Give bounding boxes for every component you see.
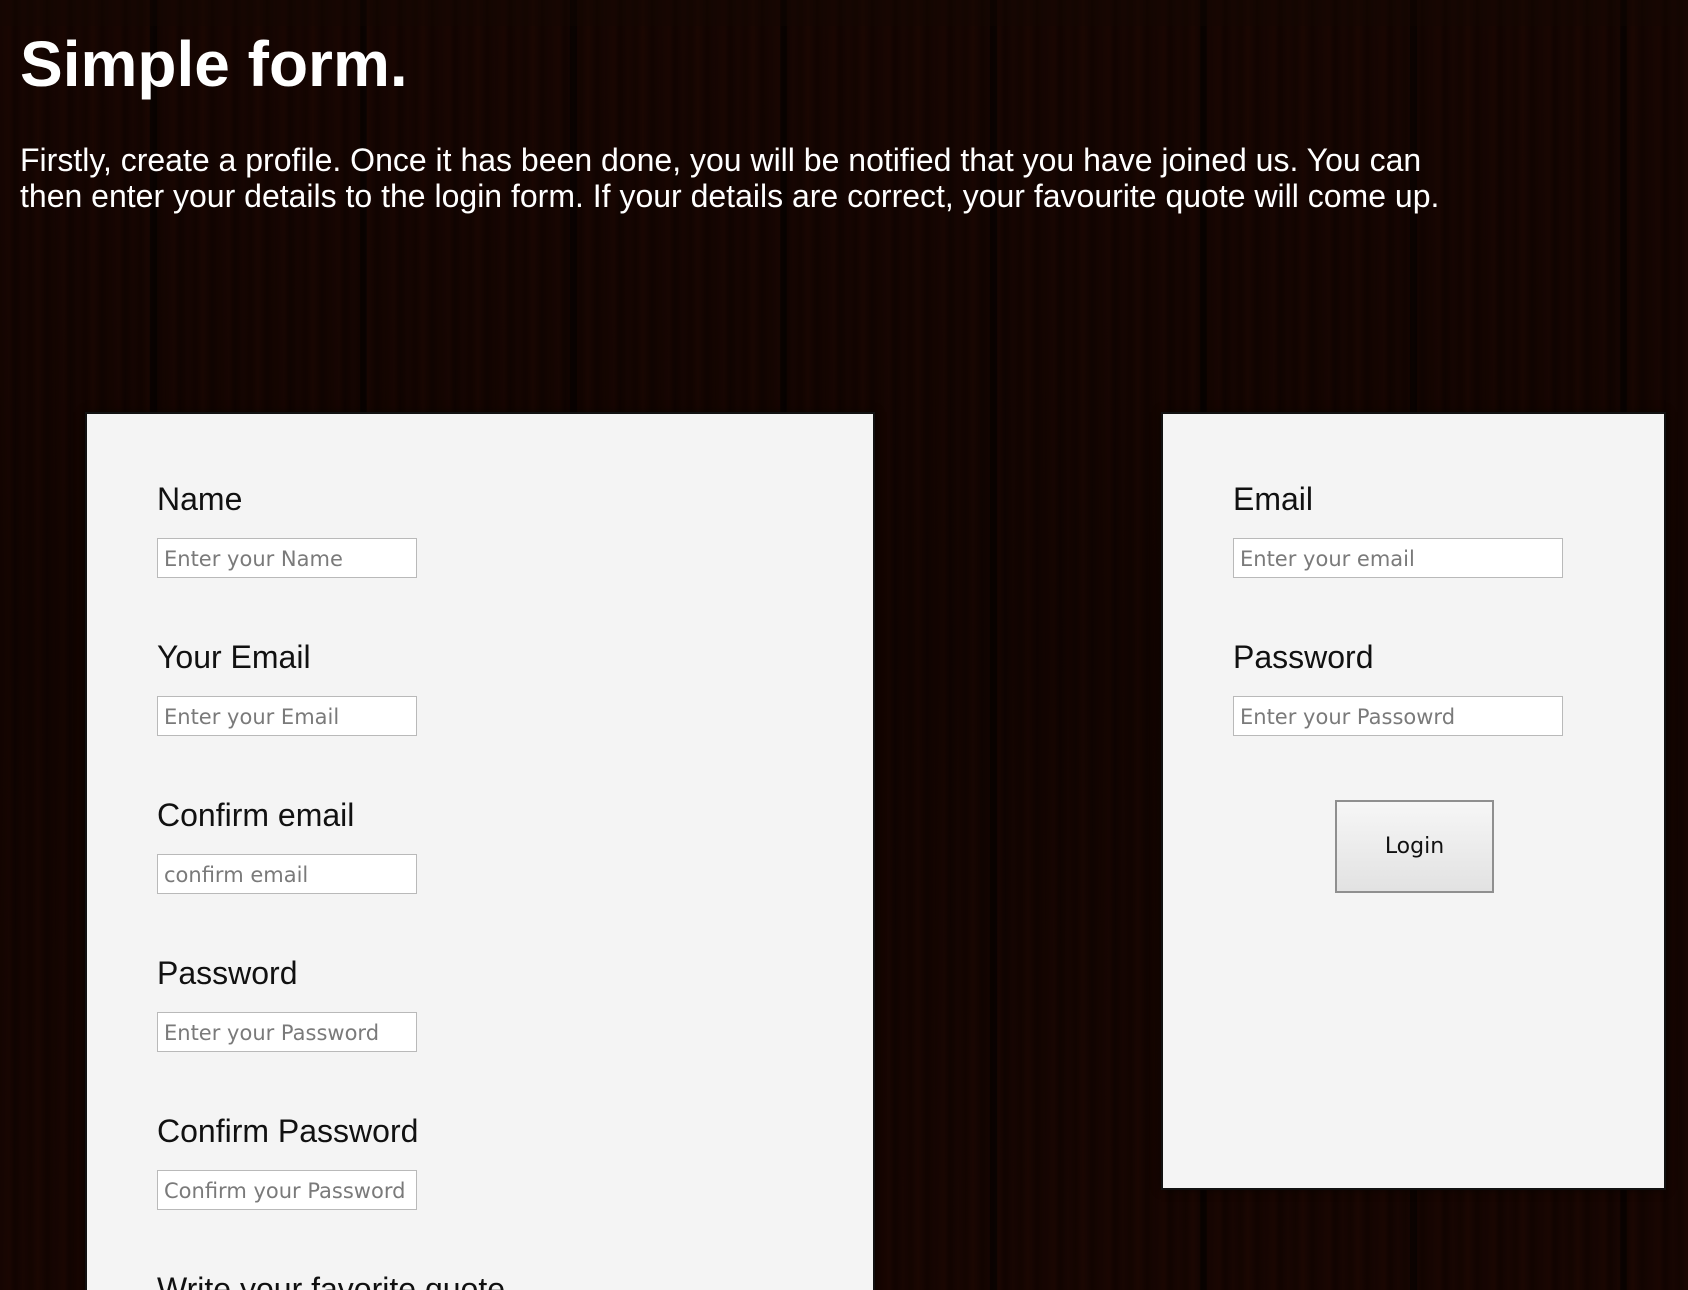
name-input[interactable] [157, 538, 417, 578]
email-input[interactable] [157, 696, 417, 736]
confirm-email-input[interactable] [157, 854, 417, 894]
quote-label: Write your favorite quote [157, 1271, 506, 1290]
signup-form: Name Your Email Confirm email Password C… [85, 412, 875, 1290]
login-password-label: Password [1233, 639, 1374, 675]
confirm-email-label: Confirm email [157, 797, 355, 833]
top-strip [0, 0, 1688, 26]
page-title: Simple form. [20, 28, 408, 100]
login-password-input[interactable] [1233, 696, 1563, 736]
email-label: Your Email [157, 639, 311, 675]
login-email-label: Email [1233, 481, 1314, 517]
login-form: Email Password Login [1161, 412, 1666, 1190]
login-button[interactable]: Login [1335, 800, 1494, 893]
login-email-input[interactable] [1233, 538, 1563, 578]
confirm-password-input[interactable] [157, 1170, 417, 1210]
password-input[interactable] [157, 1012, 417, 1052]
intro-text: Firstly, create a profile. Once it has b… [20, 142, 1440, 214]
name-label: Name [157, 481, 243, 517]
password-label: Password [157, 955, 298, 991]
confirm-password-label: Confirm Password [157, 1113, 419, 1149]
